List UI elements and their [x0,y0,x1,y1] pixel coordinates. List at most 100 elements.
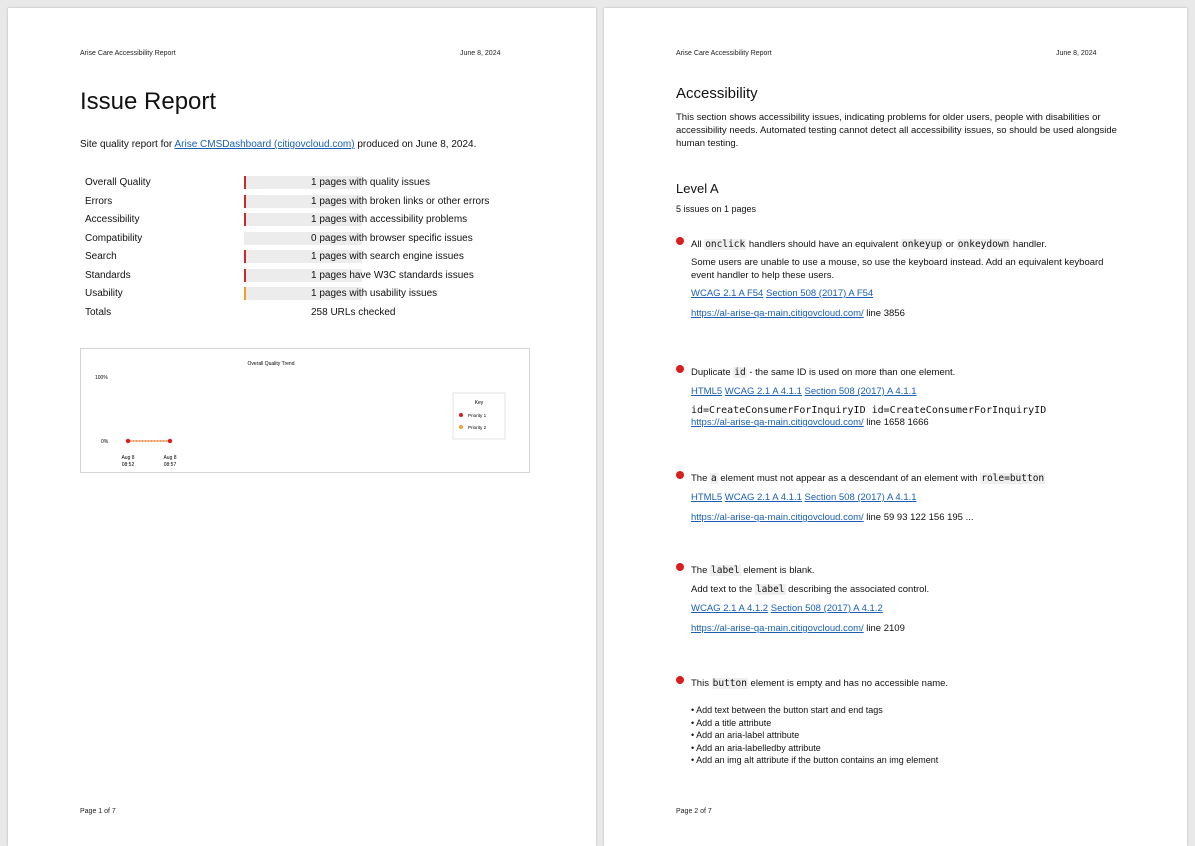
code: role=button [980,473,1046,484]
header-date: June 8, 2024 [1056,50,1097,57]
issue-location: https://al-arise-qa-main.citigovcloud.co… [691,621,1141,637]
list-item: Add an aria-label attribute [691,729,1141,742]
list-item: Add a title attribute [691,717,1141,730]
issue-count: 5 issues on 1 pages [676,204,757,214]
quality-desc: 1 pages with search engine issues [311,251,464,262]
page-title: Issue Report [80,88,217,115]
wcag-link[interactable]: WCAG 2.1 A 4.1.1 [725,492,802,503]
issue-references: HTML5 WCAG 2.1 A 4.1.1 Section 508 (2017… [691,490,1141,506]
quality-desc: 1 pages with quality issues [311,177,430,188]
report-page-1: Arise Care Accessibility Report June 8, … [8,8,596,846]
wcag-link[interactable]: WCAG 2.1 A 4.1.1 [725,386,802,397]
trend-chart-svg: Overall Quality Trend100%0%Aug 808:52Aug… [95,361,506,468]
issue-title: Duplicate id - the same ID is used on mo… [691,365,1141,381]
list-item: Add text between the button start and en… [691,704,1141,717]
text: element is empty and has no accessible n… [747,678,949,689]
quality-marker [244,176,246,189]
quality-row: Overall Quality 1 pages with quality issu… [80,174,520,193]
intro-prefix: Site quality report for [80,139,175,150]
legend-title: Key [475,400,484,406]
duplicate-ids: id=CreateConsumerForInquiryID id=CreateC… [691,405,1047,416]
text: The [691,473,711,484]
line-numbers: line 59 93 122 156 195 ... [863,512,974,523]
text: Add text to the [691,584,755,595]
page-url-link[interactable]: https://al-arise-qa-main.citigovcloud.co… [691,512,864,523]
priority-dot-icon [676,676,684,684]
priority-dot-icon [676,471,684,479]
quality-desc: 0 pages with browser specific issues [311,232,473,244]
page-footer: Page 2 of 7 [676,808,712,815]
issue-location: https://al-arise-qa-main.citigovcloud.co… [691,417,1141,429]
quality-marker [244,250,246,263]
legend-label: Priority 2 [468,425,487,430]
issue-references: HTML5 WCAG 2.1 A 4.1.1 Section 508 (2017… [691,384,1141,400]
text: - the same ID is used on more than one e… [746,367,956,378]
header-title: Arise Care Accessibility Report [676,50,772,57]
code: button [711,678,748,689]
html5-link[interactable]: HTML5 [691,386,722,397]
issue-item: The label element is blank. Add text to … [676,563,1126,637]
code: onkeydown [956,239,1011,250]
list-item: Add an aria-labelledby attribute [691,742,1141,755]
issue-item: The a element must not appear as a desce… [676,471,1126,526]
quality-label: Usability [85,288,123,299]
quality-desc: 1 pages have W3C standards issues [311,269,474,281]
quality-label: Overall Quality [85,177,151,188]
section-heading: Accessibility [676,85,758,102]
page-url-link[interactable]: https://al-arise-qa-main.citigovcloud.co… [691,623,864,634]
site-link[interactable]: Arise CMSDashboard (citigovcloud.com) [175,139,355,150]
x-tick-label: 08:52 [122,462,135,468]
y-tick-label: 0% [101,439,109,445]
text: The [691,565,711,576]
section508-link[interactable]: Section 508 (2017) A F54 [766,288,873,299]
text: handler. [1010,239,1047,250]
report-page-2: Arise Care Accessibility Report June 8, … [604,8,1187,846]
x-tick-label: Aug 8 [163,455,176,461]
level-heading: Level A [676,181,719,196]
quality-row: Errors 1 pages with broken links or other… [80,193,520,212]
quality-marker [244,268,246,282]
section508-link[interactable]: Section 508 (2017) A 4.1.1 [805,386,917,397]
page-url-link[interactable]: https://al-arise-qa-main.citigovcloud.co… [691,417,864,428]
code: a [710,473,718,484]
fix-suggestions: Add text between the button start and en… [691,704,1141,767]
issue-references: WCAG 2.1 A 4.1.2 Section 508 (2017) A 4.… [691,601,1141,617]
quality-row: Usability 1 pages with usability issues [80,285,520,304]
text: This [691,678,712,689]
text: or [943,239,957,250]
x-tick-label: Aug 8 [121,455,134,461]
quality-desc: 1 pages with usability issues [311,288,438,299]
data-point-priority-1 [125,438,131,444]
wcag-link[interactable]: WCAG 2.1 A F54 [691,288,763,299]
issue-item: All onclick handlers should have an equi… [676,237,1126,322]
header-title: Arise Care Accessibility Report [80,50,176,57]
quality-row: Accessibility 1 pages with accessibility … [80,211,520,230]
html5-link[interactable]: HTML5 [691,492,722,503]
issue-description: Some users are unable to use a mouse, so… [691,257,1104,281]
text: element is blank. [740,565,815,576]
page-url-link[interactable]: https://al-arise-qa-main.citigovcloud.co… [691,308,864,319]
issue-title: The label element is blank. [691,563,1141,579]
issue-location: https://al-arise-qa-main.citigovcloud.co… [691,306,1141,322]
priority-dot-icon [676,365,684,373]
chart-title: Overall Quality Trend [248,361,295,367]
data-point-priority-1 [167,438,173,444]
quality-label: Errors [85,195,113,207]
intro-text: Site quality report for Arise CMSDashboa… [80,139,476,150]
section-intro: This section shows accessibility issues,… [676,112,1117,149]
quality-trend-chart: Overall Quality Trend 100% 0% Aug 8 08:52 Aug… [80,348,530,473]
quality-label: Search [85,251,117,262]
code: label [710,565,741,576]
quality-desc: 1 pages with accessibility problems [311,214,468,225]
quality-marker [244,194,246,208]
legend-marker [459,425,463,429]
issue-location: https://al-arise-qa-main.citigovcloud.co… [691,510,1141,526]
y-tick-label: 100% [95,375,108,381]
quality-row: Compatibility 0 pages with browser specif… [80,230,520,249]
x-tick-label: 08:57 [164,462,177,468]
section508-link[interactable]: Section 508 (2017) A 4.1.1 [805,492,917,503]
code: onclick [704,239,747,250]
wcag-link[interactable]: WCAG 2.1 A 4.1.2 [691,603,768,614]
issue-title: All onclick handlers should have an equi… [691,237,1141,253]
section508-link[interactable]: Section 508 (2017) A 4.1.2 [771,603,883,614]
